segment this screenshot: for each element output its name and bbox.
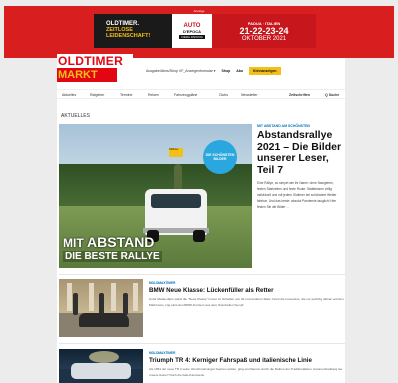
featured-image[interactable]: Oldtimer DIE SCHÖNSTEN BILDER MIT ABSTAN… <box>59 124 252 268</box>
featured-title[interactable]: Abstandsrallye 2021 – Die Bilder unserer… <box>257 129 343 176</box>
site-header: OLDTIMER MARKT Ausgabe/Abos/Shop VF_Anze… <box>57 54 345 86</box>
divider <box>59 343 345 344</box>
article-kicker: MOLDMAXTIMER <box>149 351 176 355</box>
image-overlay-line-2: DIE BESTE RALLYE <box>63 251 162 262</box>
featured-kicker: MIT ABSTAND AM SCHÖNSTEN <box>257 124 310 128</box>
ad-month: OKTOBER 2021 <box>241 35 287 42</box>
ad-banner-text: OLDTIMER. ZEITLOSE LEIDENSCHAFT! <box>94 14 172 48</box>
article-thumbnail[interactable] <box>59 279 143 337</box>
menu-item-newsletter[interactable]: Newsletter <box>241 93 258 97</box>
article-title[interactable]: BMW Neue Klasse: Lückenfüller als Retter <box>149 287 345 294</box>
menu-item-clubs[interactable]: Clubs <box>219 93 228 97</box>
ad-label: Anzeige <box>193 9 205 13</box>
hero-car-wheel <box>193 230 205 242</box>
section-title: AKTUELLES <box>61 113 90 119</box>
browser-viewport: Anzeige OLDTIMER. ZEITLOSE LEIDENSCHAFT!… <box>0 0 398 383</box>
site-logo[interactable]: OLDTIMER MARKT <box>57 54 133 84</box>
hero-car-windshield <box>151 194 201 208</box>
ad-date-range: 21-22-23-24 <box>239 25 289 36</box>
article-teaser: Unter Markenfans stand die "Neue Klasse"… <box>149 297 344 307</box>
ad-logo: AUTO D'EPOCA FIERA PADOVA <box>172 14 212 48</box>
thumb-person <box>99 293 104 315</box>
article-kicker: MOLDMAXTIMER <box>149 281 176 285</box>
thumb-glow <box>89 351 119 363</box>
article-teaser: Als 1961 der neue TR 4 seine Verschmelzu… <box>149 367 343 377</box>
overlay-prefix: MIT <box>63 236 84 250</box>
overlay-big: ABSTAND <box>87 234 155 250</box>
logo-top-text: OLDTIMER <box>57 54 133 68</box>
thumb-column <box>111 283 116 311</box>
thumb-person <box>73 293 78 315</box>
nav-abo-link[interactable]: Abo <box>236 69 243 73</box>
thumb-car <box>71 363 131 379</box>
thumb-car <box>79 313 129 327</box>
menu-item-termine[interactable]: Termine <box>120 93 132 97</box>
ad-line-3: LEIDENSCHAFT! <box>106 33 151 39</box>
article-thumbnail[interactable] <box>59 349 143 383</box>
top-nav: Ausgabe/Abos/Shop VF_Anzeigenformular ▾ … <box>146 67 281 75</box>
menu-item-ratgeber[interactable]: Ratgeber <box>90 93 104 97</box>
menu-item-reisen[interactable]: Reisen <box>148 93 159 97</box>
thumb-column <box>67 283 72 311</box>
hero-sign: Oldtimer <box>169 148 183 157</box>
thumb-column <box>89 283 94 311</box>
issue-selector[interactable]: Ausgabe/Abos/Shop VF_Anzeigenformular ▾ <box>146 69 215 73</box>
image-overlay-line-1: MIT ABSTAND <box>63 234 155 250</box>
article-item: MOLDMAXTIMER BMW Neue Klasse: Lückenfüll… <box>149 281 345 308</box>
image-badge: DIE SCHÖNSTEN BILDER <box>203 140 237 174</box>
menu-item-aktuelles[interactable]: Aktuelles <box>62 93 76 97</box>
divider <box>59 274 345 275</box>
thumb-column <box>133 283 138 311</box>
logo-bottom-text: MARKT <box>57 68 117 82</box>
featured-article: MIT ABSTAND AM SCHÖNSTEN Abstandsrallye … <box>257 124 343 210</box>
ad-logo-line-2: D'EPOCA <box>182 29 202 34</box>
thumb-person <box>123 293 128 315</box>
ad-banner[interactable]: OLDTIMER. ZEITLOSE LEIDENSCHAFT! AUTO D'… <box>94 14 316 48</box>
ad-logo-line-3: FIERA PADOVA <box>179 35 205 39</box>
classifieds-button[interactable]: Kleinanzeigen <box>249 67 281 75</box>
menu-item-zeitschriften[interactable]: Zeitschriften <box>289 93 310 97</box>
ad-dates: PADUA · ITALIEN 21-22-23-24 OKTOBER 2021 <box>212 14 316 48</box>
menu-item-fahrzeugplaene[interactable]: Fahrzeugpläne <box>174 93 197 97</box>
main-menu: Aktuelles Ratgeber Termine Reisen Fahrze… <box>57 89 345 99</box>
search-link[interactable]: Q Suche <box>325 93 339 97</box>
article-item: MOLDMAXTIMER Triumph TR 4: Kerniger Fahr… <box>149 351 345 378</box>
featured-teaser: Eine Rallye, so simpel wie ihr Name: ohn… <box>257 181 337 209</box>
nav-shop-link[interactable]: Shop <box>221 69 230 73</box>
article-title[interactable]: Triumph TR 4: Kerniger Fahrspaß und ital… <box>149 357 345 364</box>
